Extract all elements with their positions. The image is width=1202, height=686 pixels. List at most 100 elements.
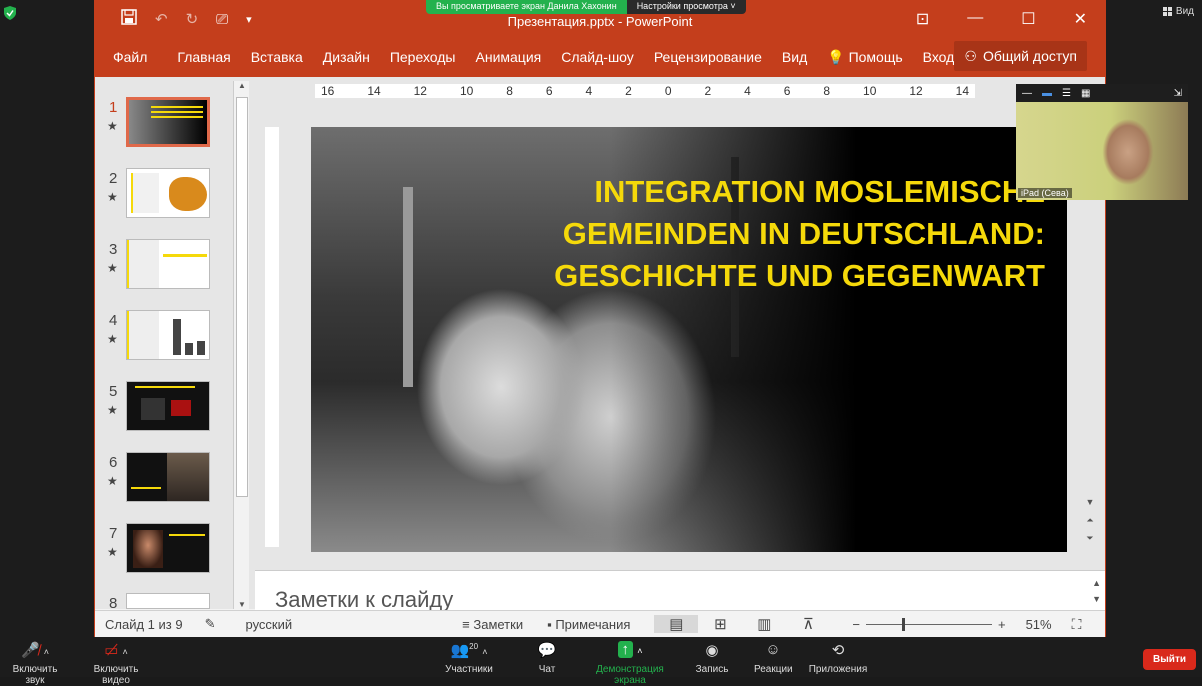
animation-star-icon: ★ bbox=[107, 119, 118, 133]
start-video-button[interactable]: ▭̸ ˄ Включить видео bbox=[80, 641, 152, 686]
start-video-label: Включить видео bbox=[93, 664, 139, 686]
previous-slide-icon[interactable]: ⏶ bbox=[1083, 511, 1097, 529]
close-icon[interactable]: ✕ bbox=[1074, 9, 1087, 29]
chat-button[interactable]: 💬 Чат bbox=[532, 641, 562, 675]
reading-view-icon[interactable]: ▥ bbox=[742, 615, 786, 633]
share-screen-button[interactable]: ↑ ˄ Демонстрация экрана bbox=[582, 641, 678, 686]
horizontal-ruler: 16 14 12 10 8 6 4 2 0 2 4 6 8 10 12 14 bbox=[315, 84, 975, 98]
view-menu[interactable]: Вид bbox=[1162, 6, 1194, 17]
chat-label: Чат bbox=[538, 664, 556, 675]
slide-thumbnail[interactable]: 7 ★ bbox=[95, 523, 235, 583]
notes-button[interactable]: ≡ Заметки bbox=[462, 617, 523, 632]
webcam-panel[interactable]: — ▬ ☰ ▦ ⇲ iPad (Сева) bbox=[1016, 84, 1188, 200]
apps-button[interactable]: ⟲ Приложения bbox=[808, 641, 868, 675]
slide-preview bbox=[126, 239, 210, 289]
reactions-button[interactable]: ☺ Реакции bbox=[754, 641, 793, 675]
record-icon: ◉ bbox=[705, 642, 719, 659]
tab-help[interactable]: 💡 Помощь bbox=[827, 49, 902, 66]
zoom-in-icon[interactable]: + bbox=[998, 617, 1006, 632]
slide-thumbnail[interactable]: 6 ★ bbox=[95, 452, 235, 512]
chat-icon: 💬 bbox=[537, 642, 557, 659]
slide-sorter-icon[interactable]: ⊞ bbox=[698, 615, 742, 633]
participant-name: iPad (Сева) bbox=[1018, 188, 1072, 198]
tab-design[interactable]: Дизайн bbox=[323, 49, 370, 65]
slide-thumbnail[interactable]: 3 ★ bbox=[95, 239, 235, 299]
spellcheck-icon[interactable]: ✎ bbox=[205, 616, 216, 632]
ruler-label: 2 bbox=[704, 84, 712, 98]
view-options-button[interactable]: Настройки просмотра ˅ bbox=[626, 0, 746, 14]
share-label: Общий доступ bbox=[982, 48, 1077, 64]
next-slide-icon[interactable]: ⏷ bbox=[1083, 529, 1097, 547]
minaret bbox=[403, 187, 413, 387]
video-off-icon: ▭̸ ˄ bbox=[104, 642, 128, 659]
person-add-icon: ⚇ bbox=[964, 47, 977, 64]
minimize-icon[interactable]: — bbox=[1022, 88, 1032, 99]
title-line: GESCHICHTE UND GEGENWART bbox=[554, 258, 1045, 293]
unmute-label: Включить звук bbox=[12, 664, 58, 686]
grid-view-icon[interactable]: ▦ bbox=[1081, 88, 1090, 99]
participants-button[interactable]: 👥20 ˄ Участники bbox=[444, 641, 494, 675]
tab-animations[interactable]: Анимация bbox=[476, 49, 542, 65]
record-button[interactable]: ◉ Запись bbox=[694, 641, 730, 675]
tab-slideshow[interactable]: Слайд-шоу bbox=[561, 49, 634, 65]
tab-insert[interactable]: Вставка bbox=[251, 49, 303, 65]
reaction-icon: ☺ bbox=[765, 641, 781, 658]
zoom-knob[interactable] bbox=[901, 617, 905, 631]
signin-link[interactable]: Вход bbox=[923, 49, 955, 65]
scroll-up-icon[interactable]: ▲ bbox=[236, 81, 248, 90]
current-slide[interactable]: INTEGRATION MOSLEMISCHE GEMEINDEN IN DEU… bbox=[311, 127, 1067, 552]
slide-thumbnail[interactable]: 1 ★ bbox=[95, 97, 235, 157]
slideshow-view-icon[interactable]: ⊼ bbox=[786, 615, 830, 633]
slide-number: 7 bbox=[109, 525, 118, 542]
normal-view-icon[interactable]: ▤ bbox=[654, 615, 699, 633]
tab-transitions[interactable]: Переходы bbox=[390, 49, 456, 65]
slide-number: 3 bbox=[109, 241, 118, 258]
ruler-label: 8 bbox=[823, 84, 831, 98]
language-indicator[interactable]: русский bbox=[245, 617, 292, 632]
tab-review[interactable]: Рецензирование bbox=[654, 49, 762, 65]
slide-preview bbox=[126, 97, 210, 147]
strip-view-icon[interactable]: ☰ bbox=[1062, 88, 1071, 99]
slide-preview bbox=[126, 523, 210, 573]
scroll-down-icon[interactable]: ▼ bbox=[236, 600, 248, 609]
zoom-level[interactable]: 51% bbox=[1026, 617, 1052, 632]
window-controls: ⊡ — ☐ ✕ bbox=[916, 9, 1087, 29]
slide-number: 5 bbox=[109, 383, 118, 400]
exit-fullscreen-icon[interactable]: ⇲ bbox=[1174, 88, 1182, 99]
ruler-label: 14 bbox=[955, 84, 969, 98]
security-shield-icon[interactable] bbox=[4, 6, 16, 20]
notes-pane[interactable]: Заметки к слайду ▲ ▼ bbox=[255, 570, 1105, 612]
leave-button[interactable]: Выйти bbox=[1143, 649, 1196, 670]
thumbnails-scrollbar[interactable]: ▲ ▼ bbox=[233, 81, 249, 609]
zoom-track[interactable] bbox=[865, 617, 992, 631]
unmute-button[interactable]: 🎤̸ ˄ Включить звук bbox=[2, 641, 68, 686]
speaker-view-icon[interactable]: ▬ bbox=[1042, 88, 1052, 99]
slide-preview bbox=[126, 593, 210, 609]
maximize-icon[interactable]: ☐ bbox=[1021, 9, 1035, 29]
notes-scrollbar[interactable]: ▲ ▼ bbox=[1092, 575, 1101, 607]
view-buttons: ▤ ⊞ ▥ ⊼ bbox=[654, 615, 830, 633]
tab-home[interactable]: Главная bbox=[177, 49, 230, 65]
slide-thumbnail[interactable]: 5 ★ bbox=[95, 381, 235, 441]
comments-label: Примечания bbox=[555, 616, 631, 632]
record-label: Запись bbox=[695, 664, 729, 675]
grid-view-icon bbox=[1162, 7, 1172, 16]
scroll-down-icon[interactable]: ▼ bbox=[1092, 591, 1101, 607]
scroll-down-icon[interactable]: ▼ bbox=[1083, 493, 1097, 511]
fit-to-window-icon[interactable]: ⛶ bbox=[1072, 616, 1082, 633]
zoom-out-icon[interactable]: − bbox=[852, 617, 860, 632]
minimize-icon[interactable]: — bbox=[967, 9, 983, 29]
slide-thumbnail[interactable]: 4 ★ bbox=[95, 310, 235, 370]
ruler-label: 12 bbox=[413, 84, 427, 98]
vertical-ruler bbox=[265, 127, 279, 547]
slide-title: INTEGRATION MOSLEMISCHE GEMEINDEN IN DEU… bbox=[485, 171, 1045, 297]
tab-file[interactable]: Файл bbox=[113, 49, 147, 65]
ribbon-display-icon[interactable]: ⊡ bbox=[916, 9, 929, 29]
scroll-up-icon[interactable]: ▲ bbox=[1092, 575, 1101, 591]
comments-button[interactable]: ▪ Примечания bbox=[547, 617, 630, 632]
scrollbar-thumb[interactable] bbox=[236, 97, 248, 497]
tab-view[interactable]: Вид bbox=[782, 49, 807, 65]
zoom-slider[interactable]: − + 51% bbox=[852, 617, 1051, 632]
share-button[interactable]: ⚇ Общий доступ bbox=[954, 41, 1087, 71]
slide-thumbnail[interactable]: 2 ★ bbox=[95, 168, 235, 228]
